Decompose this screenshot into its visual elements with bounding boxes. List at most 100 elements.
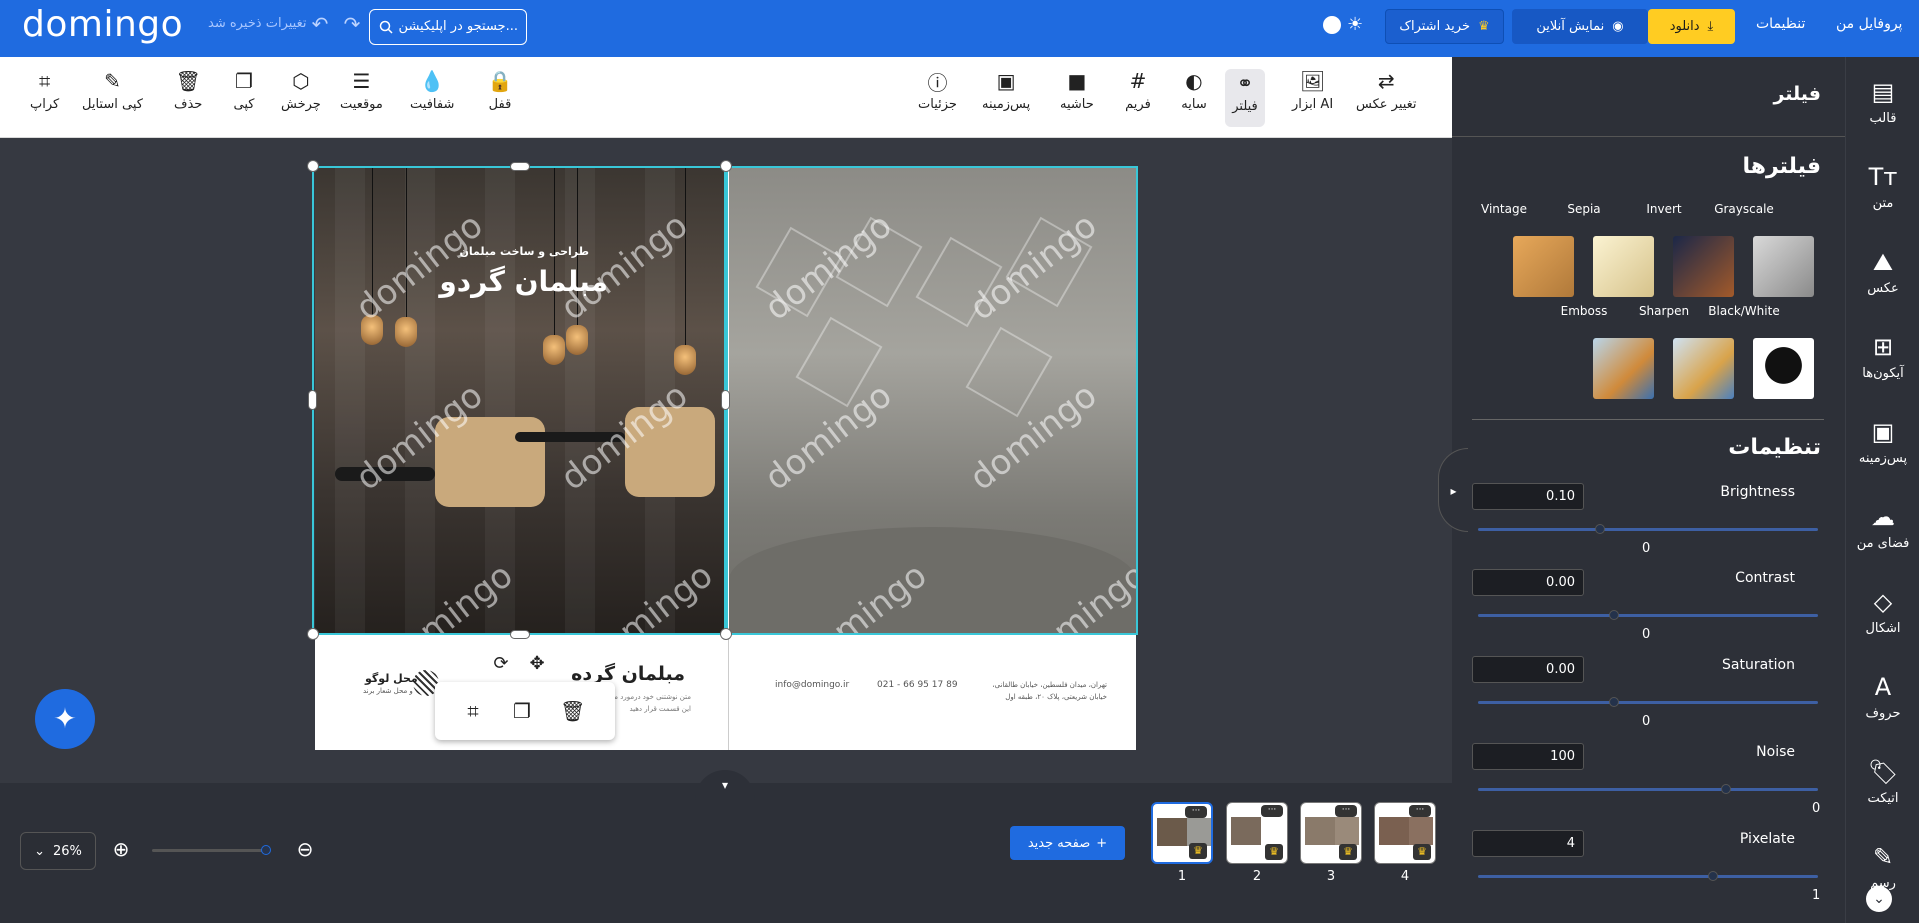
resize-handle[interactable] (720, 160, 732, 172)
move-icon[interactable]: ✥ (522, 649, 552, 679)
saturation-input[interactable]: 0.00 (1472, 656, 1584, 683)
saturation-slider-knob[interactable] (1609, 697, 1619, 707)
brightness-input[interactable]: 0.10 (1472, 483, 1584, 510)
page-thumbnail[interactable]: ··· ♛ (1151, 802, 1213, 864)
filter-sharpen[interactable] (1673, 338, 1734, 399)
tool-crop[interactable]: ⌗ کراپ (30, 67, 59, 123)
tool-details[interactable]: ⓘ جزئیات (918, 67, 957, 123)
redo-icon[interactable]: ↷ (340, 12, 364, 36)
selection-box-left[interactable] (312, 166, 728, 635)
footer-phone[interactable]: 021 - 66 95 17 89 (877, 680, 958, 690)
tool-border[interactable]: ■ حاشیه (1060, 67, 1094, 123)
resize-handle[interactable] (307, 160, 319, 172)
filter-emboss[interactable] (1593, 338, 1654, 399)
saturation-default: 0 (1642, 714, 1651, 729)
sidebar-item-image[interactable]: ⛰ عکس (1846, 247, 1919, 317)
new-page-button[interactable]: صفحه جدید + (1010, 826, 1125, 860)
undo-icon[interactable]: ↶ (308, 12, 332, 36)
tool-copy-style[interactable]: ✎ کپی استایل (82, 67, 143, 123)
contrast-slider-knob[interactable] (1609, 610, 1619, 620)
filter-sepia[interactable] (1593, 236, 1654, 297)
zoom-slider[interactable] (152, 849, 270, 852)
resize-handle[interactable] (720, 628, 732, 640)
tool-position[interactable]: ☰ موقعیت (340, 67, 383, 123)
app-logo[interactable]: domingo (22, 4, 183, 45)
sidebar-item-shapes[interactable]: ◇ اشکال (1846, 587, 1919, 657)
settings-link[interactable]: تنظیمات (1756, 16, 1805, 32)
tool-opacity[interactable]: 💧 شفافیت (410, 67, 454, 123)
sidebar-item-icons[interactable]: ⊞ آیکون‌ها (1846, 332, 1919, 402)
magic-wand-icon[interactable]: ✦ (35, 689, 95, 749)
tool-label: چرخش (281, 97, 321, 112)
tool-lock[interactable]: 🔒 قفل (486, 67, 514, 123)
brightness-default: 0 (1642, 541, 1651, 556)
brightness-slider-knob[interactable] (1595, 524, 1606, 534)
crop-icon[interactable]: ⌗ (461, 699, 485, 723)
trash-icon[interactable]: 🗑 (560, 699, 585, 723)
tool-ai[interactable]: 🖼 ابزار AI (1292, 67, 1333, 123)
page-thumbnail[interactable]: ··· ♛ (1300, 802, 1362, 864)
resize-handle[interactable] (721, 390, 730, 410)
more-icon[interactable]: ··· (1335, 805, 1357, 817)
sidebar-item-background[interactable]: ▣ پس‌زمینه (1846, 417, 1919, 487)
page-thumbnail[interactable]: ··· ♛ (1374, 802, 1436, 864)
tool-rotate[interactable]: ⬡ چرخش (281, 67, 321, 123)
resize-handle[interactable] (307, 628, 319, 640)
tool-background[interactable]: ▣ پس‌زمینه (982, 67, 1030, 123)
zoom-in-icon[interactable]: ⊕ (108, 836, 134, 862)
sidebar-item-text[interactable]: Tт متن (1846, 162, 1919, 232)
more-icon[interactable]: ··· (1261, 805, 1283, 817)
noise-slider[interactable] (1478, 788, 1818, 791)
filter-black-white[interactable] (1753, 338, 1814, 399)
pixelate-slider[interactable] (1478, 875, 1818, 878)
tool-copy[interactable]: ❐ کپی (230, 67, 258, 123)
sidebar-item-template[interactable]: ▤ قالب (1846, 77, 1919, 147)
filter-grayscale[interactable] (1753, 236, 1814, 297)
theme-toggle[interactable]: ☀ (1319, 14, 1367, 36)
filter-invert[interactable] (1673, 236, 1734, 297)
pixelate-slider-knob[interactable] (1707, 871, 1718, 881)
search-input[interactable]: جستجو در اپلیکیشن... (369, 9, 527, 45)
sidebar-item-letters[interactable]: A حروف (1846, 672, 1919, 742)
sidebar-item-tag[interactable]: 🏷 اتیکت (1846, 757, 1919, 827)
saturation-slider[interactable] (1478, 701, 1818, 704)
selection-box-right[interactable] (724, 166, 1138, 635)
tool-swap-image[interactable]: ⇄ تغییر عکس (1356, 67, 1417, 123)
subscribe-button[interactable]: خرید اشتراک ♛ (1385, 9, 1504, 44)
pixelate-input[interactable]: 4 (1472, 830, 1584, 857)
contrast-slider[interactable] (1478, 614, 1818, 617)
filters-section-title: فیلترها (1742, 154, 1821, 179)
resize-handle[interactable] (510, 162, 530, 171)
preview-button[interactable]: نمایش آنلاین ◉ (1512, 9, 1648, 44)
more-icon[interactable]: ··· (1409, 805, 1431, 817)
zoom-out-icon[interactable]: ⊖ (292, 836, 318, 862)
resize-handle[interactable] (510, 630, 530, 639)
download-button[interactable]: دانلود ⤓ (1648, 9, 1735, 44)
slogan-placeholder[interactable]: و محل شعار برند (363, 687, 413, 695)
sidebar-item-my-space[interactable]: ☁ فضای من (1846, 502, 1919, 572)
tool-shadow[interactable]: ◐ سایه (1180, 67, 1208, 123)
footer-address[interactable]: تهران، میدان فلسطین، خیابان طالقانی، خیا… (987, 679, 1107, 703)
scroll-down-icon[interactable]: ⌄ (1866, 886, 1892, 912)
tool-frame[interactable]: # فریم (1124, 67, 1152, 123)
sun-icon: ☀ (1347, 14, 1364, 35)
contrast-input[interactable]: 0.00 (1472, 569, 1584, 596)
filter-vintage[interactable] (1513, 236, 1574, 297)
noise-input[interactable]: 100 (1472, 743, 1584, 770)
footer-email[interactable]: info@domingo.ir (775, 680, 849, 690)
noise-slider-knob[interactable] (1721, 784, 1732, 794)
zoom-select[interactable]: ⌄ 26% (20, 832, 96, 870)
more-icon[interactable]: ··· (1185, 806, 1207, 818)
zoom-slider-knob[interactable] (261, 845, 271, 855)
filter-label: Invert (1646, 202, 1682, 216)
tool-delete[interactable]: 🗑 حذف (174, 67, 202, 123)
logo-placeholder[interactable]: محل لوگو (365, 672, 418, 685)
sidebar-item-draw[interactable]: ✎ رسم (1846, 842, 1919, 892)
resize-handle[interactable] (308, 390, 317, 410)
brightness-slider[interactable] (1478, 528, 1818, 531)
tool-filter[interactable]: ⚭ فیلتر (1225, 69, 1265, 127)
rotate-icon[interactable]: ⟳ (486, 649, 516, 679)
profile-link[interactable]: پروفایل من (1836, 16, 1902, 32)
page-thumbnail[interactable]: ··· ♛ (1226, 802, 1288, 864)
copy-icon[interactable]: ❐ (510, 699, 534, 723)
